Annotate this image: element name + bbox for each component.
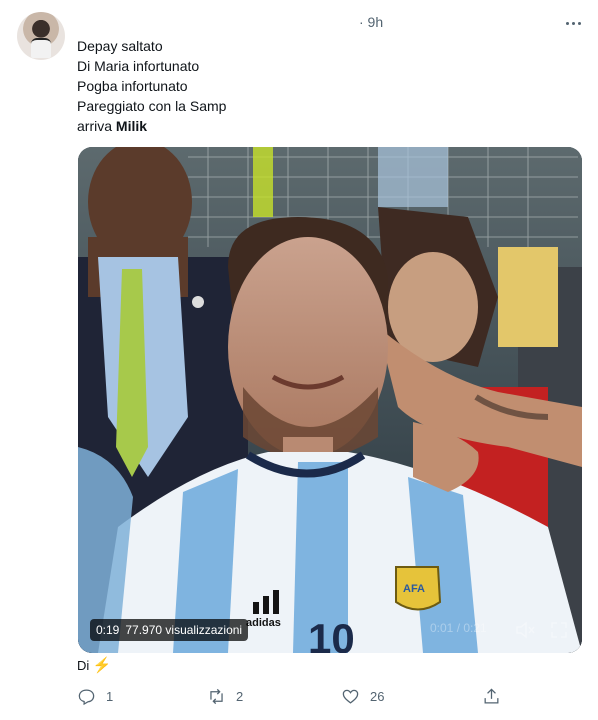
fullscreen-icon[interactable] [549, 620, 569, 640]
video-views-badge: 0:19 77.970 visualizzazioni [90, 619, 249, 641]
media-caption: Di ⚡ [77, 656, 112, 674]
caption-text: Di [77, 658, 90, 673]
tweet-timestamp[interactable]: · 9h [359, 14, 383, 30]
video-elapsed: 0:19 [96, 623, 120, 637]
volume-muted-icon[interactable] [515, 621, 535, 639]
avatar[interactable] [17, 12, 65, 60]
tweet-line: arriva Milik [77, 116, 226, 136]
lightning-emoji: ⚡ [92, 657, 112, 674]
reply-button[interactable]: 1 [77, 684, 113, 708]
crest-text: AFA [403, 583, 425, 595]
reply-count: 1 [106, 688, 114, 704]
tweet-text: Depay saltato Di Maria infortunato Pogba… [77, 36, 226, 136]
tweet-line: Pogba infortunato [77, 78, 188, 94]
tweet-line: Di Maria infortunato [77, 58, 200, 74]
share-button[interactable] [482, 684, 501, 708]
like-count: 26 [370, 688, 385, 704]
action-bar: 1 2 26 [0, 684, 598, 708]
like-button[interactable]: 26 [341, 684, 384, 708]
jersey-number: 10 [308, 615, 355, 653]
tweet-bold-word: Milik [115, 118, 148, 134]
retweet-count: 2 [236, 688, 244, 704]
retweet-icon [210, 688, 223, 704]
jersey-brand-text: adidas [246, 617, 281, 629]
share-icon [484, 687, 499, 703]
reply-icon [78, 689, 95, 705]
video-views: 77.970 visualizzazioni [125, 623, 243, 637]
player-timecode: 0:01 / 0:21 [430, 621, 487, 635]
tweet-line-prefix: arriva [77, 118, 116, 134]
video-player[interactable]: adidas AFA 10 0:19 77.970 visualizzazioni… [78, 147, 582, 653]
more-icon[interactable] [562, 16, 584, 30]
tweet-line: Depay saltato [77, 38, 163, 54]
tweet-line: Pareggiato con la Samp [77, 98, 227, 114]
video-frame: adidas AFA 10 [78, 147, 582, 653]
heart-icon [342, 689, 359, 704]
retweet-button[interactable]: 2 [207, 684, 243, 708]
